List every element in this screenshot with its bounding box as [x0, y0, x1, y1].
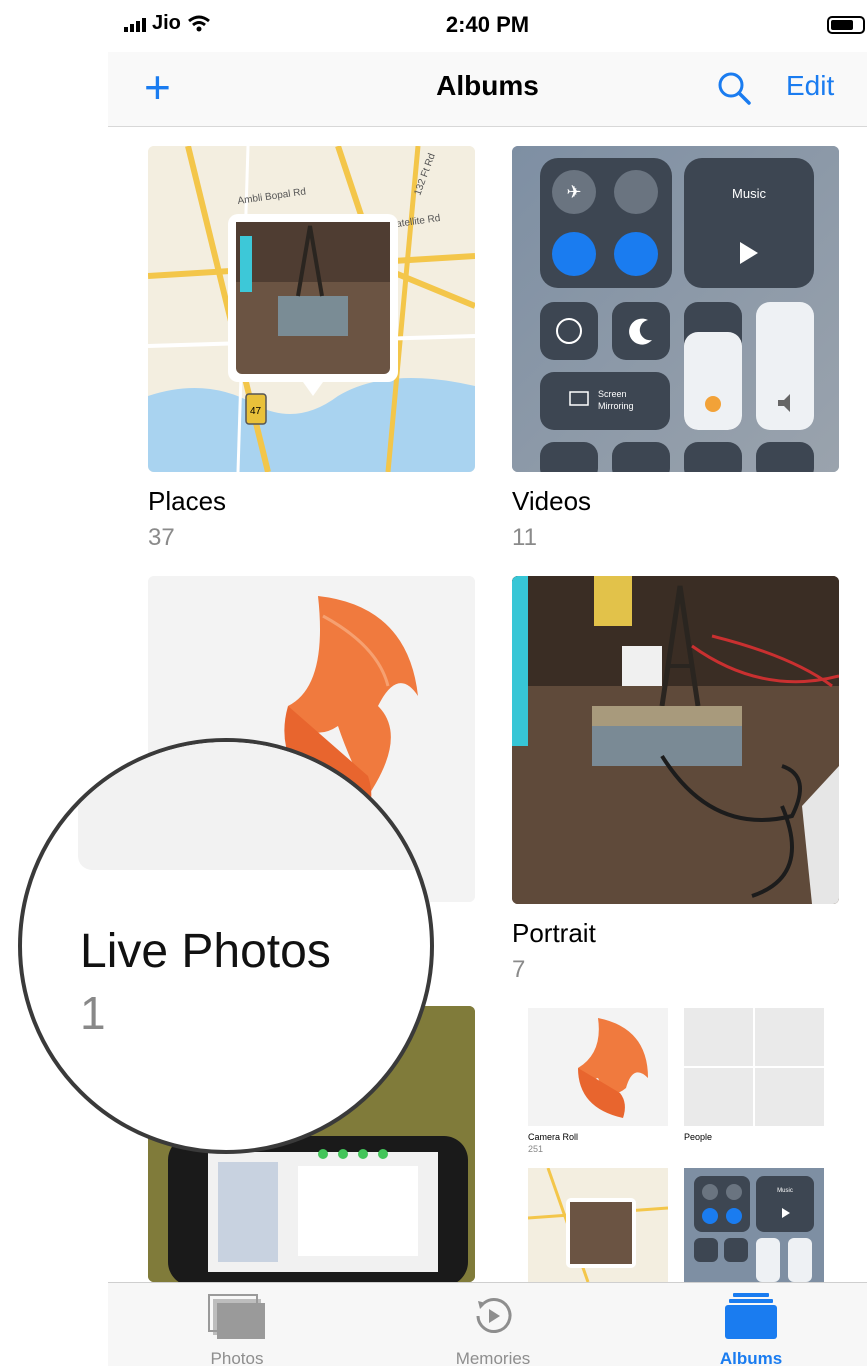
nested-control-center-cover: Music: [684, 1168, 824, 1282]
album-name: Videos: [512, 486, 592, 516]
nested-map-image: [527, 1167, 669, 1282]
control-center-image: ✈ Music Screen Mirroring: [512, 146, 839, 472]
tab-albums[interactable]: Albums: [676, 1283, 826, 1366]
svg-text:✈: ✈: [566, 182, 581, 202]
album-name: Portrait: [512, 918, 596, 948]
map-image: Ambli Bopal Rd Satellite Rd 132 Ft Rd 47: [148, 146, 475, 472]
nested-control-center-image: Music: [694, 1176, 814, 1282]
nested-fish-image: [578, 1018, 648, 1118]
phone-screen: Jio 2:40 PM + Albums Edit Ambli Bopal Rd…: [108, 0, 867, 1366]
status-time: 2:40 PM: [445, 12, 530, 37]
album-count: 11: [512, 524, 537, 551]
portrait-thumbnail: [512, 576, 839, 904]
album-portrait[interactable]: Portrait 7: [512, 576, 839, 986]
mirroring-label-2: Mirroring: [598, 401, 634, 411]
edit-button[interactable]: Edit: [786, 70, 834, 102]
nested-people-name: People: [684, 1132, 713, 1142]
nav-bar: + Albums Edit: [108, 52, 867, 127]
album-name: Places: [148, 486, 227, 516]
albums-icon: [725, 1293, 777, 1339]
tab-memories[interactable]: Memories: [418, 1283, 568, 1366]
photos-icon: [208, 1294, 265, 1339]
map-route-badge: 47: [250, 406, 262, 417]
album-places[interactable]: Ambli Bopal Rd Satellite Rd 132 Ft Rd 47…: [148, 146, 475, 556]
nested-camera-roll-name: Camera Roll: [528, 1132, 579, 1142]
album-count: 37: [148, 524, 175, 551]
nested-map-cover: [527, 1167, 669, 1282]
nested-music-label: Music: [777, 1188, 793, 1194]
eiffel-tower-image: [512, 576, 839, 904]
tab-label: Albums: [719, 1349, 783, 1366]
memories-icon: [476, 1298, 512, 1333]
magnified-album-name: Live Photos: [80, 925, 331, 978]
battery-icon: [827, 16, 865, 34]
videos-control-center-thumbnail: ✈ Music Screen Mirroring: [512, 146, 839, 472]
magnifier-callout: Live Photos 1: [18, 738, 434, 1154]
nested-camera-roll-cover: [528, 1008, 668, 1126]
nested-camera-roll-count: 251: [528, 1144, 544, 1154]
tab-bar: Photos Memories Albums: [108, 1282, 867, 1366]
tab-label: Photos: [210, 1349, 264, 1366]
nested-albums-thumbnail: Camera Roll 251 People Music: [512, 1006, 839, 1282]
mirroring-label-1: Screen: [598, 389, 627, 399]
music-label: Music: [732, 186, 766, 201]
tab-photos[interactable]: Photos: [162, 1283, 312, 1366]
magnified-thumb-edge: [78, 742, 430, 870]
album-nested-albums-thumb[interactable]: Camera Roll 251 People Music: [512, 1006, 839, 1282]
magnified-album-count: 1: [80, 987, 106, 1039]
places-map-thumbnail: Ambli Bopal Rd Satellite Rd 132 Ft Rd 47: [148, 146, 475, 472]
tab-label: Memories: [455, 1349, 531, 1366]
status-bar: Jio 2:40 PM: [108, 0, 867, 52]
nested-people-cover: [684, 1008, 824, 1126]
search-icon[interactable]: [714, 68, 754, 108]
album-videos[interactable]: ✈ Music Screen Mirroring Videos 11: [512, 146, 839, 556]
album-count: 7: [512, 956, 526, 983]
